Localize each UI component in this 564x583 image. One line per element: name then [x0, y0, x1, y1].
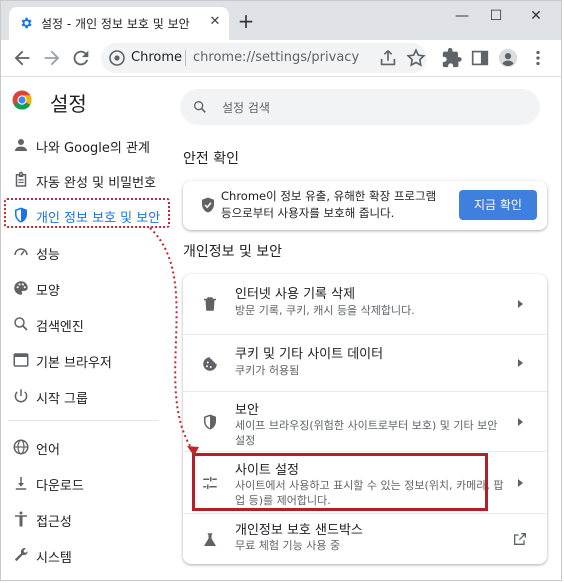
search-icon — [192, 99, 208, 115]
chevron-right-icon — [514, 416, 526, 428]
sidebar-item-label: 자동 완성 및 비밀번호 — [36, 176, 157, 191]
sidebar-item-appearance[interactable]: 모양 — [8, 273, 168, 303]
security-shield-icon — [201, 413, 219, 431]
flask-icon — [201, 531, 219, 549]
speedometer-icon — [12, 243, 30, 261]
row-title: 인터넷 사용 기록 삭제 — [235, 287, 356, 302]
annotation-highlight-privacy — [4, 198, 170, 228]
clipboard-icon — [12, 171, 30, 189]
sidebar-item-on-startup[interactable]: 시작 그룹 — [8, 381, 168, 411]
row-privacy-sandbox[interactable]: 개인정보 보호 샌드박스 무료 체험 기능 사용 중 — [183, 513, 547, 565]
sidebar-item-languages[interactable]: 언어 — [8, 432, 168, 462]
sidebar-item-autofill[interactable]: 자동 완성 및 비밀번호 — [8, 165, 168, 195]
chevron-right-icon — [514, 477, 526, 489]
row-cookies[interactable]: 쿠키 및 기타 사이트 데이터 쿠키가 허용됨 — [183, 334, 547, 392]
browser-icon — [12, 351, 30, 369]
forward-arrow-icon[interactable] — [41, 47, 63, 69]
settings-title: 설정 — [50, 92, 87, 116]
share-icon[interactable] — [377, 47, 399, 69]
row-subtitle: 세이프 브라우징(위험한 사이트로부터 보호) 및 기타 보안 설정 — [235, 419, 498, 447]
safety-check-title: 안전 확인 — [183, 151, 239, 167]
new-tab-button[interactable]: + — [235, 11, 257, 33]
search-icon — [12, 315, 30, 333]
chevron-right-icon — [514, 357, 526, 369]
reload-icon[interactable] — [70, 47, 92, 69]
close-icon[interactable]: ✕ — [206, 13, 224, 31]
extensions-puzzle-icon[interactable] — [441, 47, 463, 69]
sidebar-item-label: 접근성 — [36, 515, 72, 530]
browser-toolbar: Chrome chrome://settings/privacy — [1, 40, 561, 77]
chevron-right-icon — [514, 298, 526, 310]
wrench-icon — [12, 546, 30, 564]
gear-icon — [19, 16, 33, 30]
profile-avatar-icon[interactable] — [497, 47, 519, 69]
sidebar-item-accessibility[interactable]: 접근성 — [8, 504, 168, 534]
close-window-button[interactable]: ✕ — [521, 5, 551, 27]
bookmark-star-icon[interactable] — [405, 47, 427, 69]
address-scheme-label: Chrome — [131, 50, 182, 65]
row-security[interactable]: 보안 세이프 브라우징(위험한 사이트로부터 보호) 및 기타 보안 설정 — [183, 391, 547, 452]
address-url: chrome://settings/privacy — [193, 50, 360, 65]
settings-search-input[interactable]: 설정 검색 — [180, 89, 540, 125]
sidebar-item-search-engine[interactable]: 검색엔진 — [8, 309, 168, 339]
download-icon — [12, 474, 30, 492]
check-now-button[interactable]: 지금 확인 — [459, 190, 537, 220]
row-clear-browsing-data[interactable]: 인터넷 사용 기록 삭제 방문 기록, 쿠키, 캐시 등을 삭제합니다. — [183, 274, 547, 334]
row-subtitle: 방문 기록, 쿠키, 캐시 등을 삭제합니다. — [235, 304, 415, 317]
sidebar-item-you-and-google[interactable]: 나와 Google의 관계 — [8, 130, 168, 160]
row-title: 보안 — [235, 403, 259, 418]
sidebar-item-label: 시스템 — [36, 551, 72, 566]
side-panel-icon[interactable] — [469, 47, 491, 69]
chrome-logo-icon — [12, 90, 32, 110]
privacy-section-title: 개인정보 및 보안 — [183, 244, 283, 260]
minimize-button[interactable]: — — [447, 5, 477, 27]
row-title: 개인정보 보호 샌드박스 — [235, 523, 363, 538]
row-title: 쿠키 및 기타 사이트 데이터 — [235, 347, 384, 362]
privacy-card: 인터넷 사용 기록 삭제 방문 기록, 쿠키, 캐시 등을 삭제합니다. 쿠키 … — [183, 274, 547, 564]
cookie-icon — [201, 355, 219, 373]
sidebar-item-label: 나와 Google의 관계 — [36, 141, 150, 156]
sidebar-item-label: 기본 브라우저 — [36, 356, 112, 371]
safety-check-card: Chrome이 정보 유출, 유해한 확장 프로그램 등으로부터 사용자를 보호… — [183, 181, 547, 230]
power-icon — [12, 387, 30, 405]
search-placeholder: 설정 검색 — [222, 101, 270, 115]
sidebar-item-system[interactable]: 시스템 — [8, 540, 168, 570]
row-subtitle: 무료 체험 기능 사용 중 — [235, 539, 341, 552]
sidebar-item-label: 성능 — [36, 248, 60, 263]
sidebar-item-performance[interactable]: 성능 — [8, 237, 168, 267]
trash-icon — [201, 295, 219, 313]
tab-title: 설정 - 개인 정보 보호 및 보안 — [41, 17, 190, 31]
sidebar-item-default-browser[interactable]: 기본 브라우저 — [8, 345, 168, 375]
chrome-site-icon — [109, 50, 125, 66]
maximize-button[interactable]: ☐ — [481, 5, 511, 27]
address-divider — [185, 50, 186, 66]
person-icon — [12, 136, 30, 154]
sidebar-item-label: 검색엔진 — [36, 320, 84, 335]
row-subtitle: 쿠키가 허용됨 — [235, 364, 300, 377]
tab-settings[interactable]: 설정 - 개인 정보 보호 및 보안 ✕ — [9, 7, 229, 40]
sidebar-divider — [8, 420, 158, 421]
open-in-new-icon — [512, 531, 528, 547]
safety-check-text: Chrome이 정보 유출, 유해한 확장 프로그램 등으로부터 사용자를 보호… — [221, 189, 437, 220]
globe-icon — [12, 438, 30, 456]
sidebar-item-label: 언어 — [36, 443, 60, 458]
annotation-highlight-site-settings — [192, 453, 488, 511]
sidebar-item-label: 다운로드 — [36, 479, 84, 494]
sidebar-item-label: 시작 그룹 — [36, 392, 88, 407]
sidebar-item-label: 모양 — [36, 284, 60, 299]
more-menu-icon[interactable] — [527, 47, 549, 69]
shield-check-icon — [199, 196, 217, 214]
accessibility-icon — [12, 510, 30, 528]
tab-strip: 설정 - 개인 정보 보호 및 보안 ✕ + — ☐ ✕ — [1, 1, 561, 40]
sidebar-item-downloads[interactable]: 다운로드 — [8, 468, 168, 498]
back-arrow-icon[interactable] — [11, 47, 33, 69]
palette-icon — [12, 279, 30, 297]
